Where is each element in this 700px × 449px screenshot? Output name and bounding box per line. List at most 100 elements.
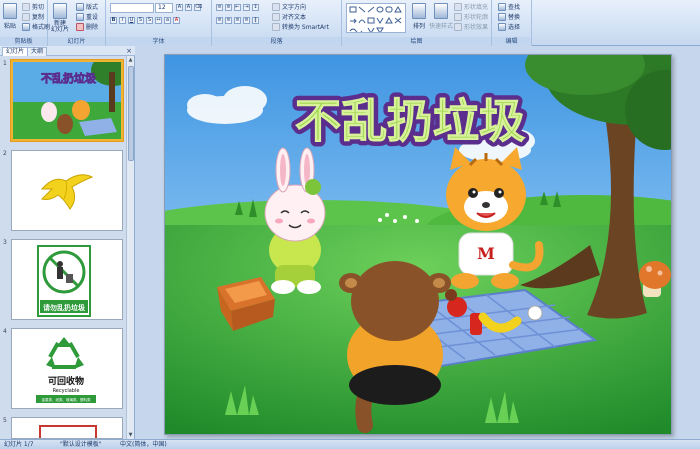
copy-label: 复制 (32, 14, 45, 21)
align-text-icon (272, 12, 280, 21)
shrink-font-icon[interactable]: A (185, 4, 192, 11)
no-littering-sign: 请勿乱扔垃圾 (12, 240, 122, 319)
align-right-icon[interactable]: ≡ (234, 17, 241, 24)
layout-label: 版式 (86, 4, 99, 11)
replace-label: 替换 (508, 14, 521, 21)
text-direction-icon (272, 2, 280, 11)
new-slide-icon (53, 3, 67, 19)
strikethrough-icon[interactable]: S (137, 17, 144, 24)
shape-fill-button[interactable]: 形状填充 (454, 2, 488, 11)
shapes-gallery[interactable] (346, 3, 406, 33)
scroll-down-icon[interactable]: ▼ (127, 431, 134, 439)
format-painter-button[interactable]: 格式刷 (22, 22, 50, 31)
slide-title[interactable]: 不乱扔垃圾 (295, 94, 526, 149)
bold-icon[interactable]: B (110, 17, 117, 24)
thumbnail-frame (11, 150, 123, 231)
thumbnail-slide-1-image: 不乱扔垃圾 (13, 62, 121, 139)
slides-group: 新建 幻灯片 版式 重设 删除 幻灯片 (48, 0, 106, 46)
new-slide-button[interactable]: 新建 幻灯片 (51, 3, 69, 33)
font-group: 12 A A ⌫ B I U S S ↔ a A 字体 (106, 0, 212, 46)
bullets-icon[interactable]: ≡ (216, 4, 223, 11)
align-text-label: 对齐文本 (282, 14, 307, 21)
quick-styles-button[interactable]: 快速样式 (429, 3, 453, 30)
change-case-icon[interactable]: a (164, 17, 171, 24)
text-direction-button[interactable]: 文字方向 (272, 2, 306, 11)
paste-button[interactable]: 粘贴 (3, 3, 17, 30)
font-group-label: 字体 (106, 37, 211, 46)
reset-icon (76, 12, 84, 21)
banana-peel-image (12, 151, 122, 230)
thumbnail-frame (11, 417, 123, 439)
copy-button[interactable]: 复制 (22, 12, 44, 21)
italic-icon[interactable]: I (119, 17, 126, 24)
paste-label: 粘贴 (3, 23, 16, 30)
font-color-icon[interactable]: A (173, 17, 180, 24)
layout-button[interactable]: 版式 (76, 2, 98, 11)
pane-tabs: 幻灯片 大纲 × (0, 46, 135, 56)
numbering-icon[interactable]: ≡ (225, 4, 232, 11)
select-label: 选择 (508, 24, 521, 31)
grow-font-icon[interactable]: A (176, 4, 183, 11)
theme-name: "默认设计模板" (60, 441, 102, 448)
arrange-icon (412, 3, 426, 19)
font-size-dropdown[interactable]: 12 (155, 3, 173, 13)
thumbnail-slide-5-image (12, 418, 122, 438)
scroll-thumb[interactable] (128, 66, 134, 161)
char-spacing-icon[interactable]: ↔ (155, 17, 162, 24)
recyclable-caption: 可回收物 (48, 375, 84, 387)
delete-slide-button[interactable]: 删除 (76, 22, 98, 31)
align-text-button[interactable]: 对齐文本 (272, 12, 306, 21)
columns-icon[interactable]: ‖ (252, 17, 259, 24)
paragraph-group: ≡ ≡ ⇤ ⇥ ↕ ≡ ≡ ≡ ≡ ‖ 文字方向 对齐文本 转换为 SmartA… (212, 0, 342, 46)
font-name-dropdown[interactable] (110, 3, 154, 13)
underline-icon[interactable]: U (128, 17, 135, 24)
align-left-icon[interactable]: ≡ (216, 17, 223, 24)
clear-format-icon[interactable]: ⌫ (194, 4, 202, 11)
replace-button[interactable]: 替换 (498, 12, 520, 21)
drawing-group-label: 绘图 (342, 37, 491, 46)
cut-button[interactable]: 剪切 (22, 2, 44, 11)
reset-label: 重设 (86, 14, 99, 21)
justify-icon[interactable]: ≡ (243, 17, 250, 24)
quick-styles-icon (434, 3, 448, 19)
current-slide[interactable]: 不乱扔垃圾 不乱扔垃圾 M (164, 54, 672, 435)
arrange-button[interactable]: 排列 (412, 3, 426, 30)
shirt-letter: M (477, 244, 495, 263)
thumbnail-frame: 请勿乱扔垃圾 (11, 239, 123, 320)
tab-slides[interactable]: 幻灯片 (2, 47, 29, 56)
slide-number: 3 (3, 239, 7, 246)
editing-group: 查找 替换 选择 编辑 (492, 0, 532, 46)
text-direction-label: 文字方向 (282, 4, 307, 11)
clipboard-group: 粘贴 剪切 复制 格式刷 剪贴板 (0, 0, 50, 46)
recyclable-caption-en: Recyclable (53, 388, 80, 394)
pane-scrollbar[interactable]: ▲ ▼ (126, 56, 134, 439)
shape-effects-button[interactable]: 形状效果 (454, 22, 488, 31)
align-center-icon[interactable]: ≡ (225, 17, 232, 24)
copy-icon (22, 12, 30, 21)
pen-icon (454, 12, 462, 21)
find-button[interactable]: 查找 (498, 2, 520, 11)
brush-icon (22, 22, 30, 31)
shape-outline-button[interactable]: 形状轮廓 (454, 12, 488, 21)
decrease-indent-icon[interactable]: ⇤ (234, 4, 241, 11)
recyclable-sign: 可回收物 Recyclable 金属类、纸类、玻璃类、塑料类 (12, 329, 122, 408)
tab-outline[interactable]: 大纲 (27, 47, 48, 56)
drawing-group: 排列 快速样式 形状填充 形状轮廓 形状效果 绘图 (342, 0, 492, 46)
scroll-up-icon[interactable]: ▲ (127, 56, 134, 64)
new-slide-label: 新建 幻灯片 (51, 20, 70, 33)
select-button[interactable]: 选择 (498, 22, 520, 31)
line-spacing-icon[interactable]: ↕ (252, 4, 259, 11)
shadow-icon[interactable]: S (146, 17, 153, 24)
smartart-button[interactable]: 转换为 SmartArt (272, 22, 329, 31)
find-label: 查找 (508, 4, 521, 11)
increase-indent-icon[interactable]: ⇥ (243, 4, 250, 11)
close-pane-icon[interactable]: × (126, 47, 132, 55)
scissors-icon (22, 2, 30, 11)
slide-illustration: 不乱扔垃圾 不乱扔垃圾 M (165, 55, 671, 434)
thumbnail-title: 不乱扔垃圾 (41, 71, 97, 85)
slide-number: 5 (3, 417, 7, 424)
select-arrow-icon (498, 22, 506, 31)
reset-button[interactable]: 重设 (76, 12, 98, 21)
slide-number: 4 (3, 328, 7, 335)
language-indicator[interactable]: 中文(简体，中国) (120, 440, 167, 449)
